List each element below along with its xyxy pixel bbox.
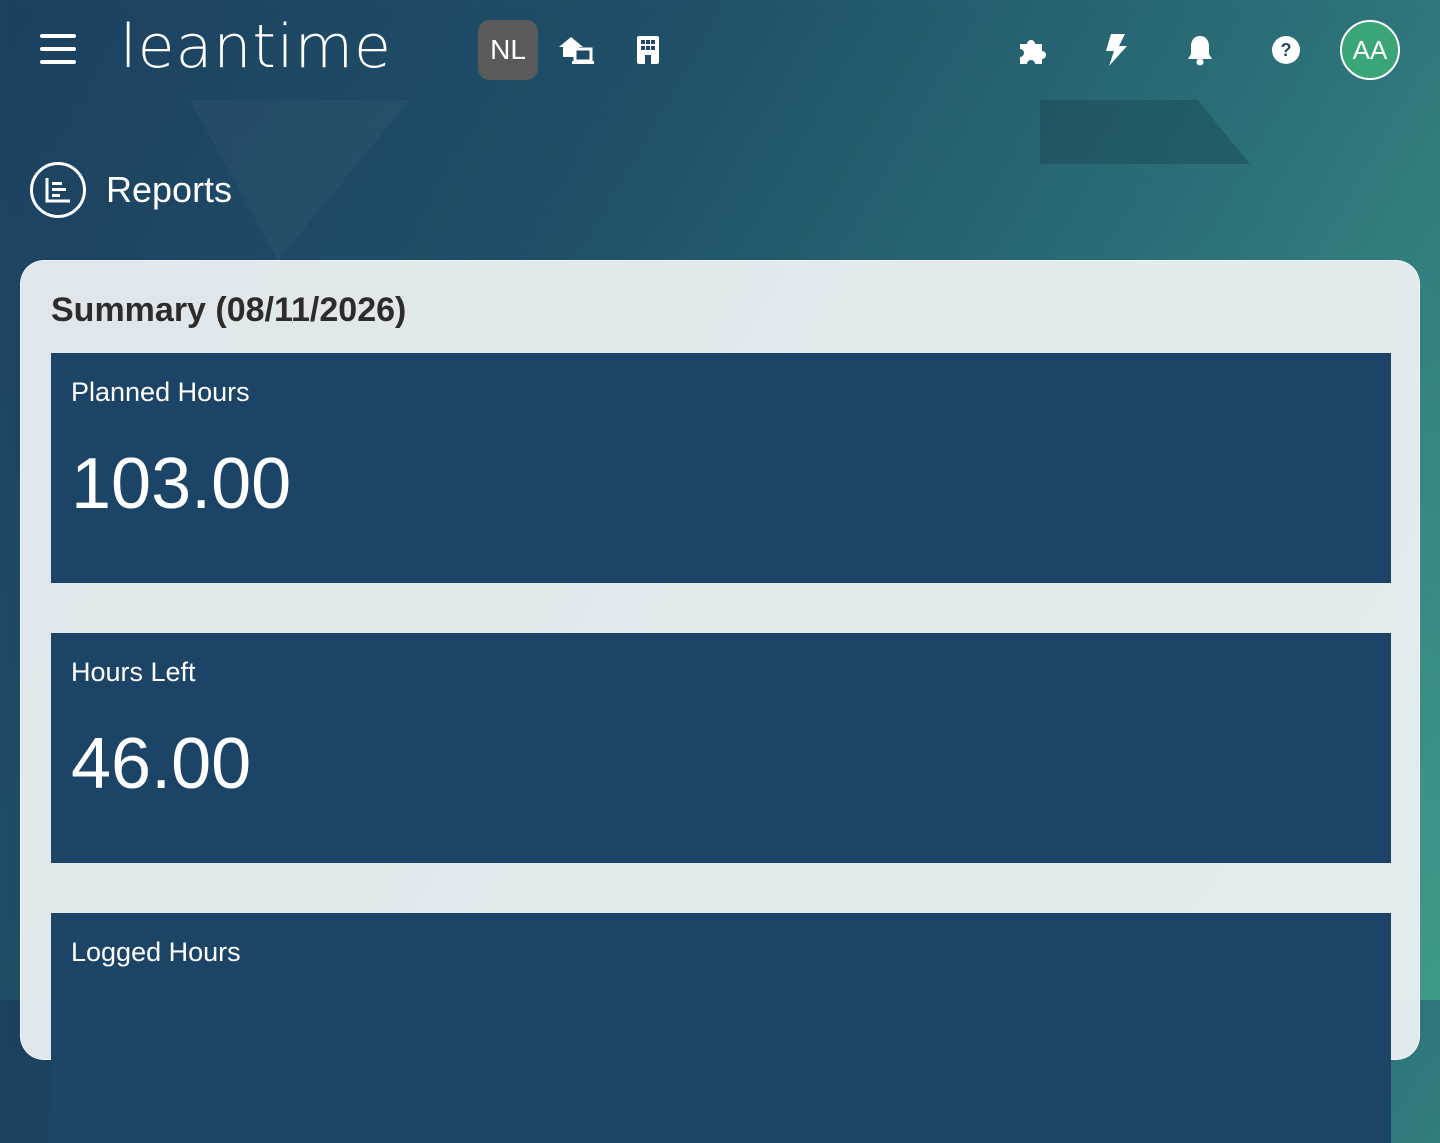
help-icon[interactable]: ? xyxy=(1266,30,1306,70)
user-avatar[interactable]: AA xyxy=(1340,20,1400,80)
stat-label: Planned Hours xyxy=(71,377,250,407)
summary-title: Summary (08/11/2026) xyxy=(51,291,407,329)
hours-left-card: Hours Left 46.00 xyxy=(51,633,1391,863)
stat-label: Logged Hours xyxy=(71,937,241,967)
puzzle-icon[interactable] xyxy=(1012,30,1052,70)
background-shape xyxy=(1040,100,1250,164)
project-badge[interactable]: NL xyxy=(478,20,538,80)
page-header: Reports xyxy=(30,160,232,220)
home-switch-icon[interactable] xyxy=(556,30,596,70)
top-navigation-bar: leantime NL ? AA xyxy=(0,0,1440,100)
stat-label: Hours Left xyxy=(71,657,196,687)
bolt-icon[interactable] xyxy=(1096,30,1136,70)
logged-hours-card: Logged Hours xyxy=(51,913,1391,1143)
report-icon xyxy=(30,162,86,218)
bell-icon[interactable] xyxy=(1180,30,1220,70)
menu-icon[interactable] xyxy=(40,34,76,66)
leantime-logo[interactable]: leantime xyxy=(120,12,392,82)
page-title: Reports xyxy=(106,169,233,210)
stat-value: 46.00 xyxy=(71,724,252,804)
planned-hours-card: Planned Hours 103.00 xyxy=(51,353,1391,583)
stat-value: 103.00 xyxy=(71,444,292,524)
building-icon[interactable] xyxy=(628,30,668,70)
summary-panel: Summary (08/11/2026) Planned Hours 103.0… xyxy=(20,260,1420,1143)
svg-text:?: ? xyxy=(1281,40,1292,60)
